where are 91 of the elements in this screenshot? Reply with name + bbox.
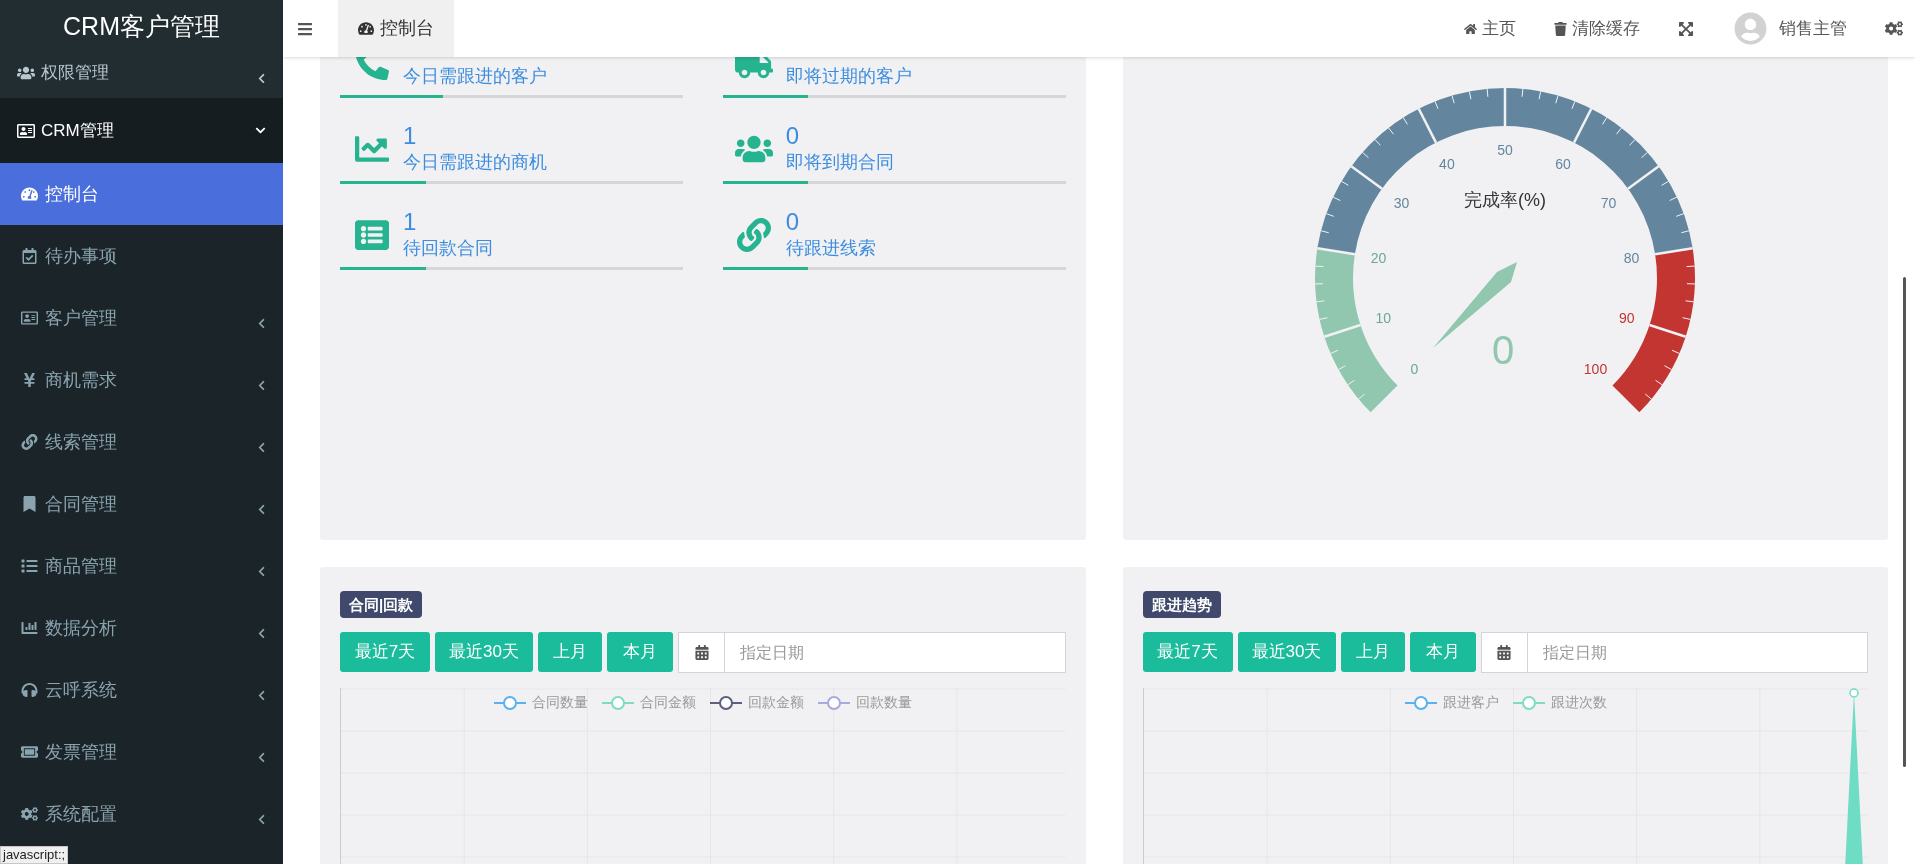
sidebar-item[interactable]: 系统配置 — [0, 783, 283, 845]
item-label: 待办事项 — [45, 244, 117, 268]
date-field[interactable]: 指定日期 — [678, 632, 1066, 673]
sidebar-item[interactable]: 合同管理 — [0, 473, 283, 535]
settings-icon[interactable] — [1885, 20, 1903, 37]
calendar-icon — [1497, 645, 1511, 660]
sidebar-item[interactable]: 控制台 — [0, 163, 283, 225]
menu-icon[interactable] — [297, 20, 313, 37]
avatar-icon — [1734, 12, 1767, 45]
sidebar-item[interactable]: 发票管理 — [0, 721, 283, 783]
section-badge: 跟进趋势 — [1142, 591, 1221, 618]
date-input[interactable]: 指定日期 — [725, 633, 1065, 672]
gauge-tick-label: 70 — [1601, 194, 1617, 211]
section-badge: 合同|回款 — [340, 591, 423, 618]
item-label: 线索管理 — [45, 430, 117, 454]
bookmark-icon — [21, 496, 38, 512]
group-label: 权限管理 — [41, 62, 109, 85]
id-card-icon — [21, 310, 38, 326]
sidebar-item[interactable]: 商机需求 — [0, 349, 283, 411]
id-card-icon — [17, 122, 35, 139]
gears-icon — [21, 806, 38, 822]
item-label: 合同管理 — [45, 492, 117, 516]
stat-label: 今日需跟进的客户 — [403, 65, 547, 88]
gauge-icon — [358, 21, 374, 36]
gauge-tick-label: 0 — [1410, 360, 1419, 377]
gauge-tick-label: 50 — [1497, 142, 1514, 158]
trash-icon — [1554, 21, 1567, 36]
legend-label: 合同数量 — [532, 693, 589, 712]
fullscreen-icon[interactable] — [1678, 20, 1694, 37]
sidebar-item[interactable]: 客户管理 — [0, 287, 283, 349]
gauge-tick-label: 10 — [1375, 309, 1392, 326]
sidebar-item[interactable]: 待办事项 — [0, 225, 283, 287]
gauge-tick-label: 80 — [1623, 250, 1640, 266]
sidebar-item[interactable]: 线索管理 — [0, 411, 283, 473]
gauge-tick-label: 40 — [1439, 155, 1455, 172]
app-logo: CRM客户管理 — [62, 11, 221, 42]
stat-label: 今日需跟进的商机 — [403, 151, 547, 174]
legend-label: 跟进次数 — [1550, 693, 1607, 712]
date-field[interactable]: 指定日期 — [1480, 632, 1868, 673]
stat-label: 待回款合同 — [403, 237, 493, 260]
gauge-value: 0 — [1492, 328, 1515, 372]
item-label: 控制台 — [45, 182, 99, 206]
item-label: 商机需求 — [45, 368, 117, 392]
item-label: 发票管理 — [45, 740, 117, 764]
stat-count: 1 — [403, 209, 418, 235]
ticket-icon — [21, 744, 38, 760]
headphones-icon — [21, 682, 38, 698]
gauge-tick-label: 30 — [1393, 194, 1410, 211]
stat-count: 0 — [785, 123, 801, 149]
stat-count: 0 — [785, 209, 801, 235]
status-tooltip: javascript:; — [0, 846, 69, 864]
item-label: 客户管理 — [45, 306, 117, 330]
users-icon — [17, 65, 35, 81]
stat-count: 1 — [403, 123, 418, 149]
yen-icon — [21, 372, 38, 388]
home-icon — [1464, 21, 1477, 36]
sidebar-item[interactable]: 数据分析 — [0, 597, 283, 659]
bar-chart-icon — [21, 620, 38, 636]
list-icon — [21, 558, 38, 574]
gauge-tick-label: 60 — [1555, 155, 1572, 172]
gauge-tick-label: 20 — [1371, 250, 1387, 266]
page-tab[interactable]: 控制台 — [338, 0, 454, 57]
calendar-icon — [694, 645, 709, 660]
home-link[interactable]: 主页 — [1464, 15, 1516, 42]
item-label: 数据分析 — [45, 616, 117, 640]
legend-label: 跟进客户 — [1442, 693, 1499, 712]
gauge-title: 完成率(%) — [1464, 190, 1547, 210]
gauge-tick-label: 100 — [1584, 360, 1608, 377]
sidebar-item[interactable]: 商品管理 — [0, 535, 283, 597]
sidebar-item[interactable]: 云呼系统 — [0, 659, 283, 721]
calendar-check-icon — [21, 248, 38, 264]
legend-label: 回款金额 — [748, 693, 805, 712]
legend-label: 合同金额 — [640, 693, 697, 712]
item-label: 商品管理 — [45, 554, 117, 578]
item-label: 云呼系统 — [45, 678, 117, 702]
gauge-tick-label: 90 — [1619, 309, 1635, 326]
legend-label: 回款数量 — [856, 693, 913, 712]
sidebar-group[interactable]: CRM管理 — [0, 98, 283, 163]
stat-label: 即将过期的客户 — [785, 65, 912, 88]
stat-label: 即将到期合同 — [785, 151, 894, 174]
link-icon — [21, 434, 38, 450]
stat-label: 待跟进线索 — [785, 237, 876, 260]
user-name[interactable]: 销售主管 — [1779, 15, 1847, 42]
scrollbar-thumb[interactable] — [1902, 277, 1906, 767]
date-input[interactable]: 指定日期 — [1527, 633, 1867, 672]
clear-cache-link[interactable]: 清除缓存 — [1554, 15, 1640, 42]
gauge-icon — [21, 186, 38, 202]
link-icon — [735, 218, 774, 252]
list-card-icon — [352, 218, 391, 252]
group-label: CRM管理 — [41, 119, 114, 142]
item-label: 系统配置 — [45, 802, 117, 826]
